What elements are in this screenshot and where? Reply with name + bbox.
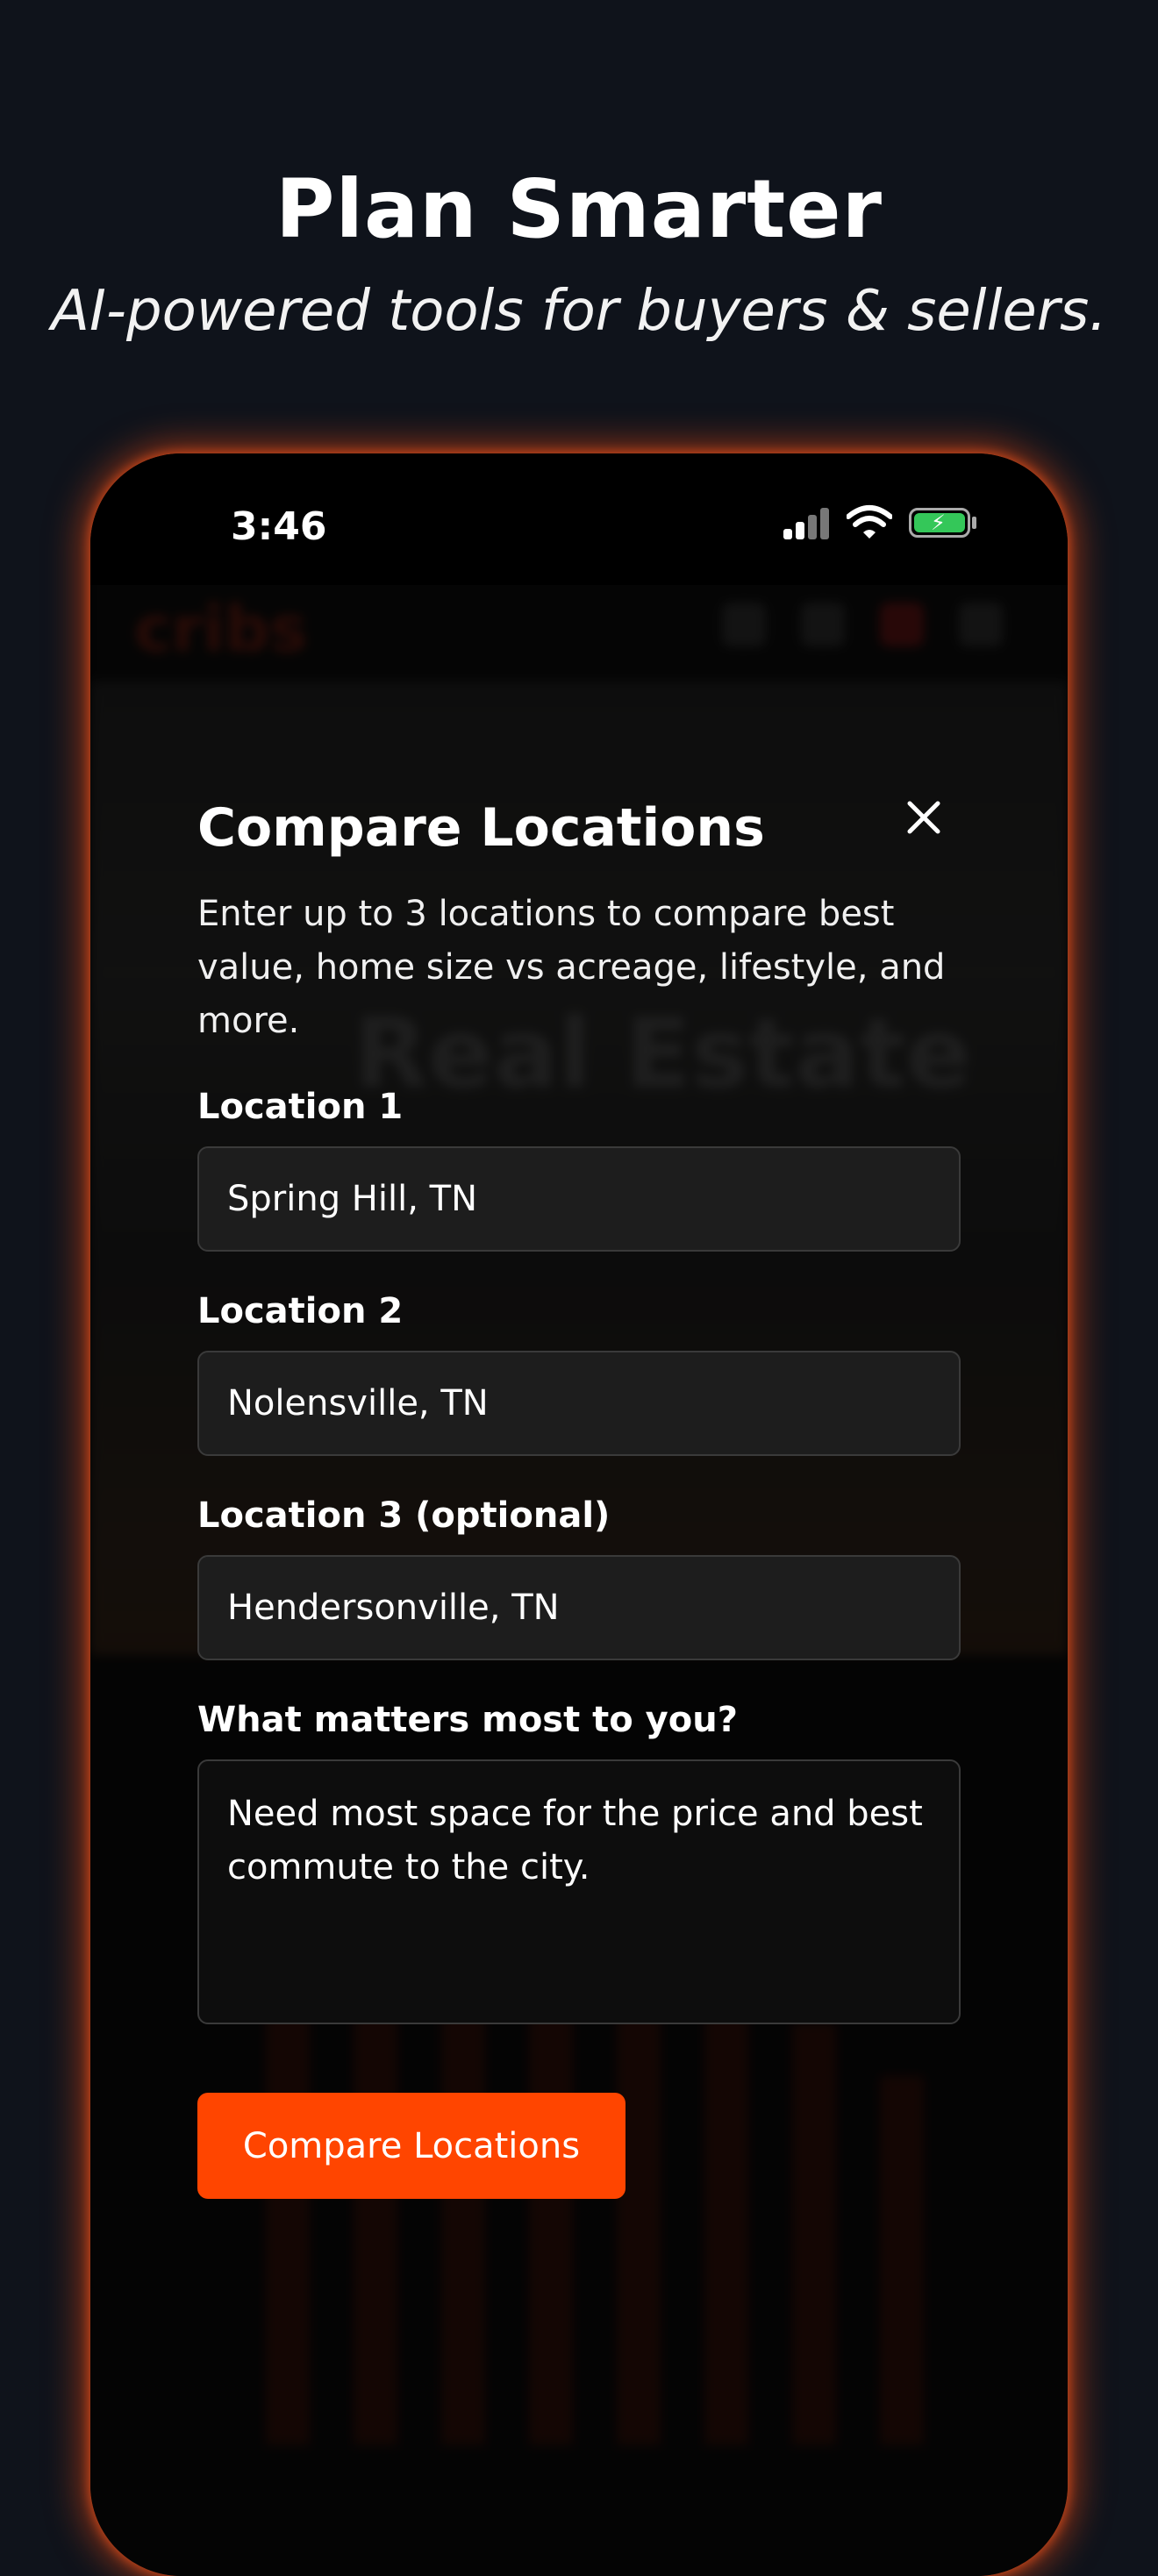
battery-charging-icon: ⚡ — [909, 508, 970, 538]
compare-locations-button[interactable]: Compare Locations — [197, 2093, 625, 2199]
wifi-icon — [847, 505, 892, 539]
phone-frame: cribs Real Estate 3:46 — [90, 453, 1068, 2576]
location-3-label: Location 3 (optional) — [197, 1495, 611, 1536]
hero-subtitle: AI-powered tools for buyers & sellers. — [51, 279, 1107, 344]
modal-description: Enter up to 3 locations to compare best … — [197, 894, 946, 1041]
location-1-label: Location 1 — [197, 1087, 404, 1127]
priorities-label: What matters most to you? — [197, 1700, 738, 1740]
modal-title: Compare Locations — [197, 797, 765, 859]
priorities-textarea[interactable]: Need most space for the price and best c… — [197, 1759, 961, 2024]
location-2-input[interactable] — [197, 1351, 961, 1456]
location-3-input[interactable] — [197, 1555, 961, 1660]
location-2-label: Location 2 — [197, 1291, 404, 1331]
location-1-input[interactable] — [197, 1146, 961, 1252]
status-bar: 3:46 ⚡ — [90, 453, 1068, 585]
close-icon[interactable] — [897, 791, 950, 844]
status-time: 3:46 — [231, 504, 327, 549]
hero-title: Plan Smarter — [275, 162, 883, 256]
cellular-signal-icon — [783, 508, 836, 539]
